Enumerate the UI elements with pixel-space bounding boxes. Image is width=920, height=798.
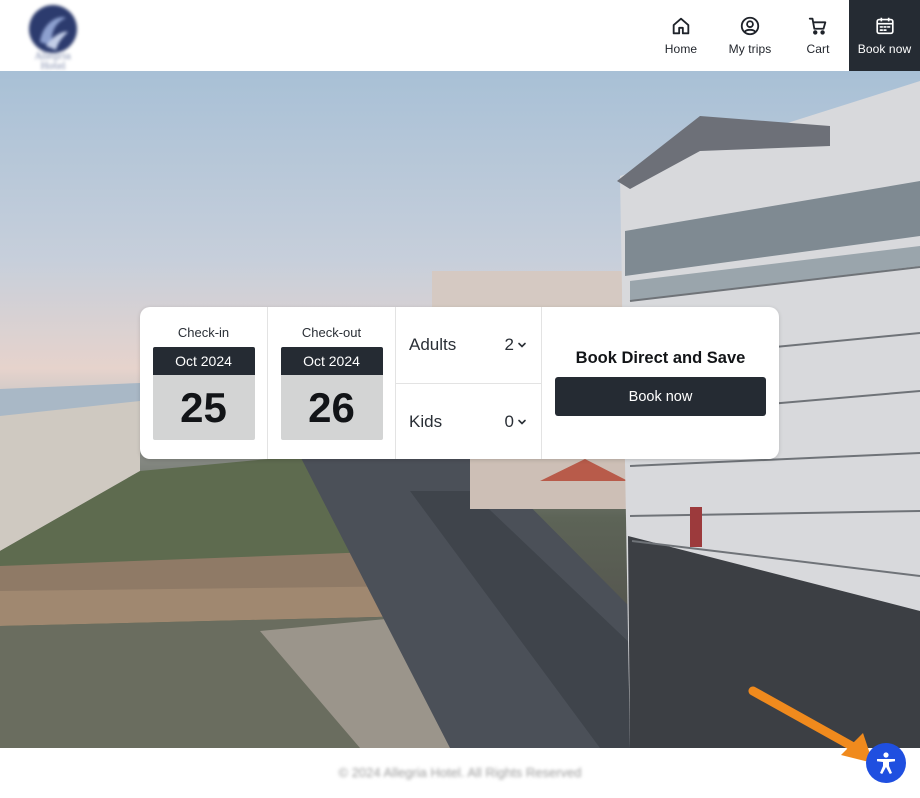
calendar-icon [875, 17, 894, 35]
nav-home-label: Home [664, 42, 698, 56]
book-now-button[interactable]: Book now [555, 377, 766, 416]
booking-widget: Check-in Oct 2024 25 Check-out Oct 2024 … [140, 307, 779, 459]
checkin-date-picker[interactable]: Oct 2024 25 [152, 347, 255, 440]
guests-section: Adults 2 Kids 0 [396, 307, 542, 459]
site-header: Allegria Hotel Home My trips Cart Book n… [0, 0, 920, 72]
nav-book-label: Book now [857, 42, 912, 56]
user-circle-icon [740, 16, 760, 36]
booking-headline: Book Direct and Save [575, 349, 746, 367]
nav-book-now[interactable]: Book now [849, 0, 920, 71]
kids-value: 0 [504, 411, 514, 431]
nav-trips-label: My trips [728, 42, 772, 56]
pointer-arrow-icon [748, 686, 873, 763]
accessibility-button[interactable] [866, 743, 906, 783]
nav-cart-label: Cart [806, 42, 830, 56]
checkout-section: Check-out Oct 2024 26 [268, 307, 396, 459]
adults-value: 2 [504, 335, 514, 354]
nav-home[interactable]: Home [649, 0, 713, 71]
adults-value-wrap: 2 [505, 335, 527, 355]
checkin-section: Check-in Oct 2024 25 [140, 307, 268, 459]
checkout-day: 26 [280, 375, 383, 440]
checkout-month: Oct 2024 [280, 347, 383, 375]
checkin-label: Check-in [177, 325, 230, 340]
checkin-month: Oct 2024 [152, 347, 255, 375]
checkin-day: 25 [152, 375, 255, 440]
nav-my-trips[interactable]: My trips [713, 0, 787, 71]
accessibility-icon [877, 752, 895, 774]
home-icon [672, 17, 690, 35]
chevron-down-icon [518, 419, 526, 425]
checkout-label: Check-out [301, 325, 362, 340]
adults-select[interactable]: Adults 2 [396, 307, 541, 383]
kids-select[interactable]: Kids 0 [396, 383, 541, 459]
adults-label: Adults [409, 335, 457, 354]
booking-cta: Book Direct and Save Book now [542, 307, 779, 459]
checkout-date-picker[interactable]: Oct 2024 26 [280, 347, 383, 440]
cart-icon [808, 17, 827, 35]
kids-label: Kids [409, 411, 443, 431]
nav-cart[interactable]: Cart [787, 0, 849, 71]
logo-text: Allegria Hotel [35, 52, 71, 72]
hotel-logo[interactable]: Allegria Hotel [22, 2, 84, 72]
kids-value-wrap: 0 [505, 412, 527, 432]
chevron-down-icon [518, 342, 526, 348]
main-nav: Home My trips Cart Book now [649, 0, 920, 71]
